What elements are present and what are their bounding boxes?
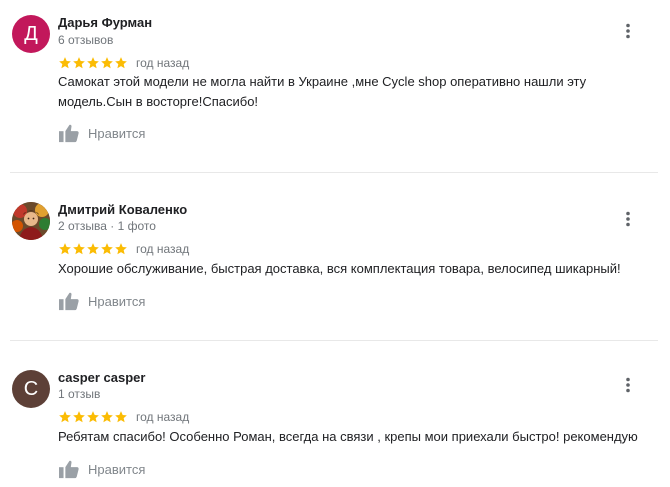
- more-vert-icon: [626, 23, 630, 39]
- review-card: Д Дарья Фурман 6 отзывов год назад Самок…: [0, 0, 670, 168]
- star-icon: [101, 411, 113, 423]
- star-icon: [101, 57, 113, 69]
- like-label: Нравится: [88, 293, 146, 309]
- more-options-button[interactable]: [618, 375, 638, 395]
- star-icon: [115, 243, 127, 255]
- author-name[interactable]: Дмитрий Коваленко: [58, 202, 187, 217]
- star-icon: [115, 411, 127, 423]
- reviews-list: Д Дарья Фурман 6 отзывов год назад Самок…: [0, 0, 670, 487]
- author-meta: 2 отзыва · 1 фото: [58, 219, 156, 233]
- star-icon: [115, 57, 127, 69]
- star-icon: [59, 243, 71, 255]
- avatar-letter: C: [23, 378, 39, 400]
- review-date: год назад: [136, 242, 190, 256]
- star-icon: [101, 243, 113, 255]
- author-meta: 1 отзыв: [58, 387, 101, 401]
- review-text: Ребятам спасибо! Особенно Роман, всегда …: [58, 429, 638, 444]
- star-icon: [87, 57, 99, 69]
- star-icon: [59, 411, 71, 423]
- like-button[interactable]: Нравится: [58, 122, 145, 144]
- rating-row: год назад: [58, 241, 189, 257]
- star-icon: [59, 57, 71, 69]
- star-icon: [87, 411, 99, 423]
- author-name[interactable]: Дарья Фурман: [58, 15, 152, 30]
- avatar[interactable]: [12, 202, 50, 240]
- review-text: Хорошие обслуживание, быстрая доставка, …: [58, 261, 621, 276]
- star-icon: [73, 411, 85, 423]
- star-rating: [58, 410, 128, 424]
- thumbs-up-icon: [59, 460, 79, 479]
- review-card: Дмитрий Коваленко 2 отзыва · 1 фото год …: [0, 172, 670, 340]
- user-photo-icon: [12, 202, 50, 240]
- like-button[interactable]: Нравится: [58, 290, 145, 312]
- more-options-button[interactable]: [618, 21, 638, 41]
- avatar[interactable]: C: [12, 370, 50, 408]
- avatar-letter: Д: [24, 23, 38, 45]
- more-options-button[interactable]: [618, 209, 638, 229]
- more-vert-icon: [626, 377, 630, 393]
- star-icon: [73, 243, 85, 255]
- avatar[interactable]: Д: [12, 15, 50, 53]
- more-vert-icon: [626, 211, 630, 227]
- like-label: Нравится: [88, 125, 146, 141]
- author-meta: 6 отзывов: [58, 33, 114, 47]
- star-icon: [73, 57, 85, 69]
- thumbs-up-icon: [59, 292, 79, 311]
- author-name[interactable]: casper casper: [58, 370, 145, 385]
- review-text: Самокат этой модели не могла найти в Укр…: [58, 74, 587, 109]
- like-button[interactable]: Нравится: [58, 458, 145, 480]
- like-label: Нравится: [88, 461, 146, 477]
- rating-row: год назад: [58, 409, 189, 425]
- thumbs-up-icon: [59, 124, 79, 143]
- star-icon: [87, 243, 99, 255]
- star-rating: [58, 242, 128, 256]
- review-date: год назад: [136, 410, 190, 424]
- review-card: C casper casper 1 отзыв год назад Ребята…: [0, 340, 670, 487]
- star-rating: [58, 56, 128, 70]
- review-date: год назад: [136, 56, 190, 70]
- rating-row: год назад: [58, 55, 189, 71]
